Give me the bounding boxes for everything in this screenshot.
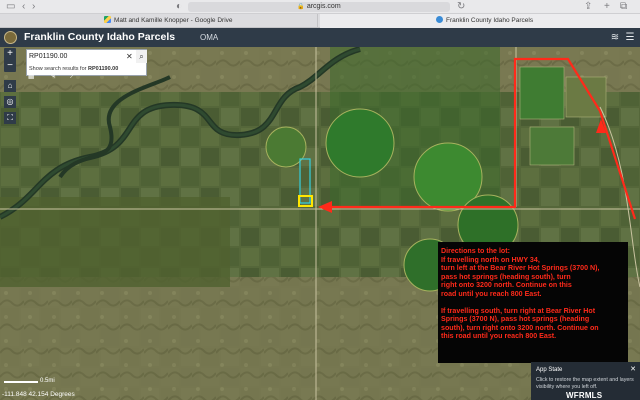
reload-icon[interactable]: ↻	[457, 1, 465, 13]
scale-label: 0.5mi	[40, 378, 55, 384]
watermark: WFRMLS	[566, 391, 603, 400]
directions-line: If travelling north on HWY 34,	[441, 255, 540, 264]
close-icon[interactable]: ✕	[630, 365, 636, 373]
header-link[interactable]: OMA	[200, 32, 218, 43]
directions-line: Springs (3700 N), pass hot springs (head…	[441, 315, 590, 324]
search-icon[interactable]: ⌕	[136, 50, 147, 63]
zoom-in-icon[interactable]: +	[4, 48, 16, 60]
lock-icon: 🔒	[297, 4, 305, 10]
directions-line: If travelling south, turn right at Bear …	[441, 306, 596, 315]
home-icon[interactable]: ⌂	[4, 80, 16, 92]
directions-line: this road until you reach 800 East.	[441, 332, 557, 341]
google-drive-icon	[104, 16, 111, 23]
search-input[interactable]	[29, 51, 125, 62]
pencil-icon[interactable]: ✎	[50, 73, 56, 81]
zoom-control: + −	[4, 48, 16, 72]
search-hint-prefix: Show search results for	[29, 66, 87, 72]
layers-icon[interactable]: ≋	[609, 31, 621, 44]
app-state-body: Click to restore the map extent and laye…	[536, 377, 634, 390]
new-tab-icon[interactable]: +	[604, 1, 610, 13]
directions-line: road until you reach 800 East.	[441, 289, 542, 298]
tab-label: Franklin County Idaho Parcels	[446, 17, 534, 24]
tab-overview-icon[interactable]: ⧉	[620, 1, 627, 13]
tab-label: Matt and Kamille Knopper - Google Drive	[114, 17, 233, 24]
search-hint-term: RP01190.00	[88, 66, 119, 72]
directions-line: Directions to the lot:	[441, 247, 510, 255]
back-icon[interactable]: ‹	[22, 1, 25, 13]
menu-icon[interactable]: ☰	[624, 31, 636, 44]
browser-tab-parcels[interactable]: Franklin County Idaho Parcels	[320, 14, 640, 28]
sidebar-icon[interactable]: ▭	[6, 1, 15, 13]
browser-tab-drive[interactable]: Matt and Kamille Knopper - Google Drive	[100, 14, 318, 28]
scale-bar: 0.5mi	[4, 378, 55, 389]
app-title: Franklin County Idaho Parcels	[24, 31, 176, 43]
browser-tab-bar: Matt and Kamille Knopper - Google Drive …	[0, 14, 640, 28]
address-bar[interactable]: 🔒 arcgis.com	[188, 2, 450, 12]
widget-toolbar: ▦ ✎ ⟋	[26, 73, 106, 81]
grid-icon[interactable]: ▦	[28, 73, 35, 81]
directions-line: right onto 3200 north. Continue on this	[441, 281, 572, 290]
url-text: arcgis.com	[306, 3, 341, 10]
directions-note: Directions to the lot: If travelling nor…	[438, 242, 628, 363]
app-state-title: App State	[536, 367, 563, 373]
directions-line: turn left at the Bear River Hot Springs …	[441, 264, 600, 273]
directions-line: pass hot springs (heading south), turn	[441, 272, 571, 281]
browser-toolbar: ▭ ‹ › ◐ 🔒 arcgis.com ↻ ⇪ + ⧉	[0, 0, 640, 14]
arcgis-icon	[436, 16, 443, 23]
scale-bar-line	[4, 381, 38, 383]
measure-icon[interactable]: ⟋	[70, 73, 75, 81]
share-icon[interactable]: ⇪	[584, 1, 592, 13]
app-header: Franklin County Idaho Parcels OMA ≋ ☰	[0, 28, 640, 47]
zoom-out-icon[interactable]: −	[4, 60, 16, 72]
close-icon[interactable]: ✕	[126, 51, 133, 62]
shield-icon[interactable]: ◐	[176, 1, 182, 13]
coordinate-readout: -111.848 42.154 Degrees	[2, 391, 75, 398]
search-widget: ✕ ⌕ Show search results for RP01190.00	[26, 49, 147, 76]
county-logo	[4, 31, 17, 44]
search-suggestion[interactable]: Show search results for RP01190.00	[29, 65, 118, 73]
directions-line: south), turn right onto 3200 north. Cont…	[441, 323, 599, 332]
locate-icon[interactable]: ◎	[4, 96, 16, 108]
fullscreen-icon[interactable]: ⛶	[4, 112, 16, 124]
forward-icon[interactable]: ›	[32, 1, 35, 13]
